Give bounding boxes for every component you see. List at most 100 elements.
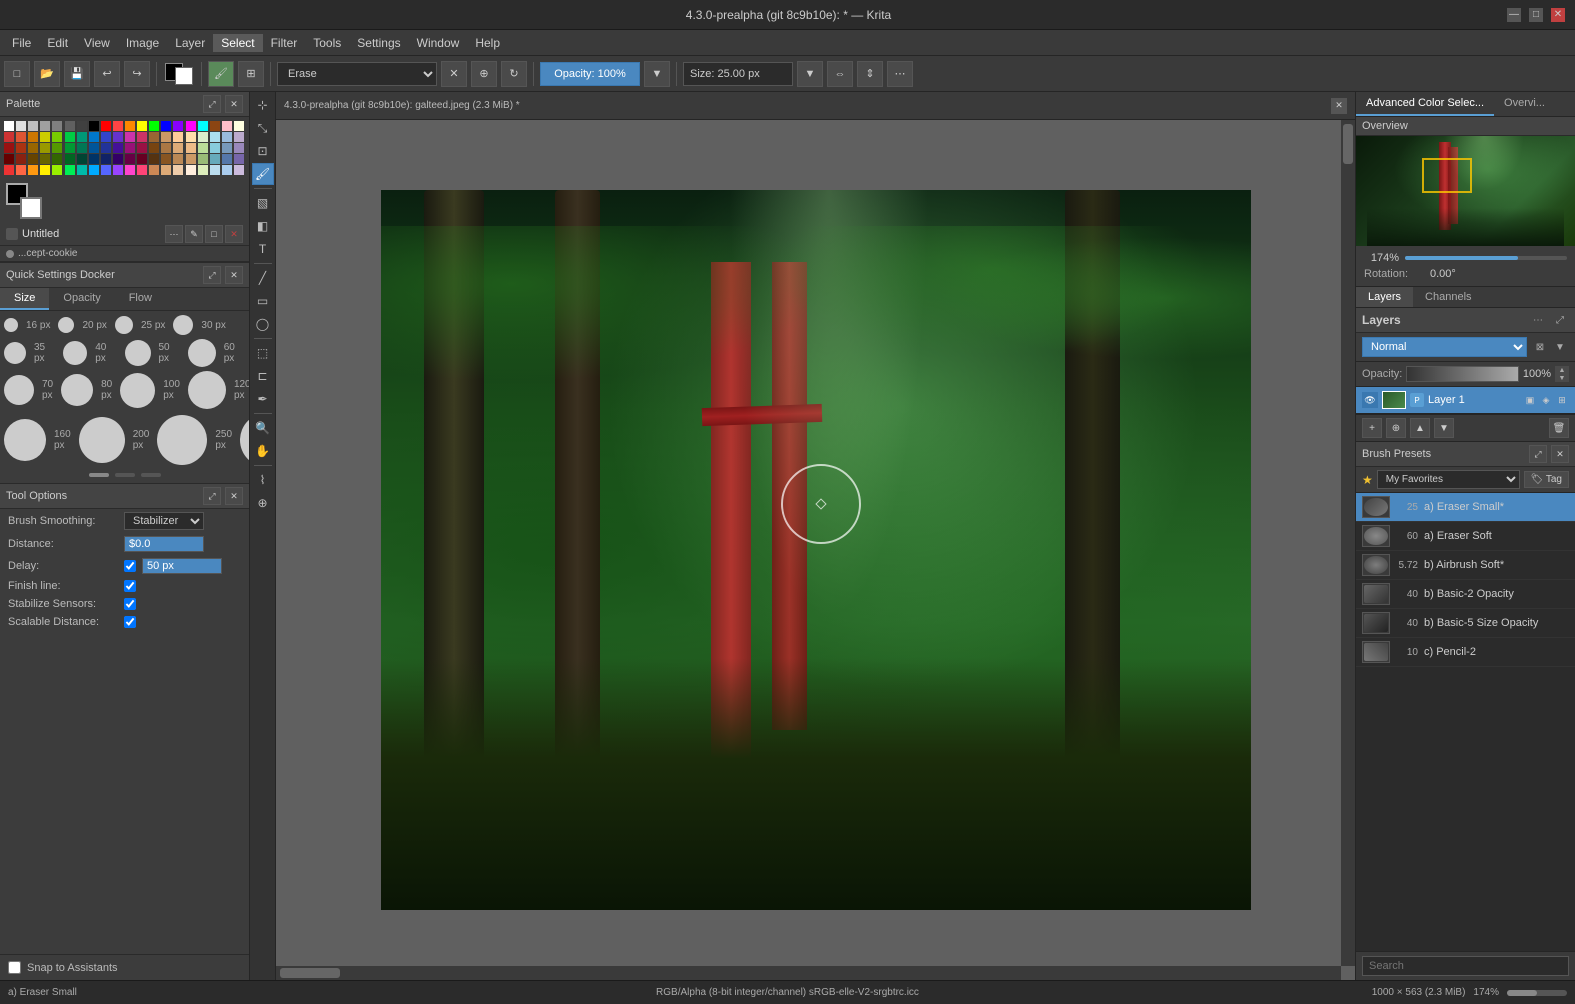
sw-2-6[interactable] [65,132,75,142]
swatch-mdgray[interactable] [40,121,50,131]
sw-5-20[interactable] [234,165,244,175]
brush-refresh-button[interactable]: ↻ [501,61,527,87]
swatch-p1[interactable] [173,121,183,131]
palette-float-button[interactable]: ⤢ [203,95,221,113]
swatch-g1[interactable] [149,121,159,131]
scalable-distance-checkbox[interactable] [124,616,136,628]
zoom-slider[interactable] [1405,256,1567,260]
delay-checkbox[interactable] [124,560,136,572]
background-color[interactable] [20,197,42,219]
menu-layer[interactable]: Layer [167,34,213,52]
v-scrollbar-thumb[interactable] [1343,124,1353,164]
sw-4-14[interactable] [161,154,171,164]
sw-3-14[interactable] [161,143,171,153]
canvas-container[interactable] [276,120,1355,980]
finish-line-checkbox[interactable] [124,580,136,592]
brush-circle-80[interactable] [61,374,93,406]
swatch-b1[interactable] [161,121,171,131]
sw-2-7[interactable] [77,132,87,142]
tool-rect[interactable]: ▭ [252,290,274,312]
brush-item-eraser-small[interactable]: 25 a) Eraser Small* [1356,493,1575,522]
sw-4-5[interactable] [52,154,62,164]
swatch-r1[interactable] [101,121,111,131]
layer-visibility-button[interactable]: 👁 [1362,392,1378,408]
menu-tools[interactable]: Tools [305,34,349,52]
sw-3-5[interactable] [52,143,62,153]
swatch-pk1[interactable] [222,121,232,131]
smoothing-select[interactable]: Stabilizer [124,512,204,530]
sw-3-6[interactable] [65,143,75,153]
tag-button[interactable]: 🏷 Tag [1524,471,1569,488]
open-button[interactable]: 📂 [34,61,60,87]
sw-3-1[interactable] [4,143,14,153]
h-scrollbar-thumb[interactable] [280,968,340,978]
blend-icon2[interactable]: ▼ [1551,338,1569,356]
snap-to-assistants-label[interactable]: Snap to Assistants [8,961,241,974]
more-options-button[interactable]: ⋯ [887,61,913,87]
tab-channels[interactable]: Channels [1413,287,1483,307]
sw-5-9[interactable] [101,165,111,175]
overview-image[interactable] [1356,136,1575,246]
brush-circle-120[interactable] [188,371,226,409]
sw-3-11[interactable] [125,143,135,153]
tool-line[interactable]: ╱ [252,267,274,289]
sw-5-8[interactable] [89,165,99,175]
menu-window[interactable]: Window [409,34,468,52]
brush-circle-25[interactable] [115,316,133,334]
tool-crop[interactable]: ⊡ [252,140,274,162]
sw-5-16[interactable] [186,165,196,175]
brush-item-basic5[interactable]: 40 b) Basic-5 Size Opacity [1356,609,1575,638]
brush-circle-160[interactable] [4,419,46,461]
palette-x-button[interactable]: ✕ [225,225,243,243]
close-button[interactable]: ✕ [1551,8,1565,22]
tool-select-rect[interactable]: ⬚ [252,342,274,364]
sw-5-10[interactable] [113,165,123,175]
palette-file-button[interactable]: □ [205,225,223,243]
swatch-ltgray[interactable] [16,121,26,131]
sw-4-8[interactable] [89,154,99,164]
swatch-dkgray[interactable] [52,121,62,131]
menu-image[interactable]: Image [118,34,167,52]
brush-circle-60[interactable] [188,339,216,367]
sw-2-19[interactable] [222,132,232,142]
sw-2-14[interactable] [161,132,171,142]
tool-fill[interactable]: ▧ [252,192,274,214]
sw-3-7[interactable] [77,143,87,153]
sw-4-17[interactable] [198,154,208,164]
v-scrollbar[interactable] [1341,120,1355,966]
sw-2-5[interactable] [52,132,62,142]
blend-icon1[interactable]: ⊠ [1531,338,1549,356]
swatch-br1[interactable] [210,121,220,131]
layers-float-button[interactable]: ⤢ [1551,311,1569,329]
fg-bg-indicator[interactable] [6,183,42,219]
brush-circle-200[interactable] [79,417,125,463]
swatch-r2[interactable] [113,121,123,131]
sw-2-13[interactable] [149,132,159,142]
sw-2-12[interactable] [137,132,147,142]
menu-help[interactable]: Help [467,34,508,52]
brush-circle-20[interactable] [58,317,74,333]
sw-3-15[interactable] [173,143,183,153]
move-up-button[interactable]: ▲ [1410,418,1430,438]
sw-5-13[interactable] [149,165,159,175]
sw-3-4[interactable] [40,143,50,153]
brush-item-basic2[interactable]: 40 b) Basic-2 Opacity [1356,580,1575,609]
undo-button[interactable]: ↩ [94,61,120,87]
swatch-m1[interactable] [186,121,196,131]
sw-4-7[interactable] [77,154,87,164]
sw-3-3[interactable] [28,143,38,153]
sw-2-16[interactable] [186,132,196,142]
sw-4-12[interactable] [137,154,147,164]
qs-float-button[interactable]: ⤢ [203,266,221,284]
tool-cursor[interactable]: ⊹ [252,94,274,116]
brush-circle-300[interactable] [240,413,249,467]
layer-action1[interactable]: ▣ [1523,393,1537,407]
sw-3-19[interactable] [222,143,232,153]
brush-clear-button[interactable]: ✕ [441,61,467,87]
sw-5-4[interactable] [40,165,50,175]
layer-action3[interactable]: ⊞ [1555,393,1569,407]
sw-2-9[interactable] [101,132,111,142]
sw-3-17[interactable] [198,143,208,153]
sw-5-6[interactable] [65,165,75,175]
brush-circle-100[interactable] [120,373,155,408]
